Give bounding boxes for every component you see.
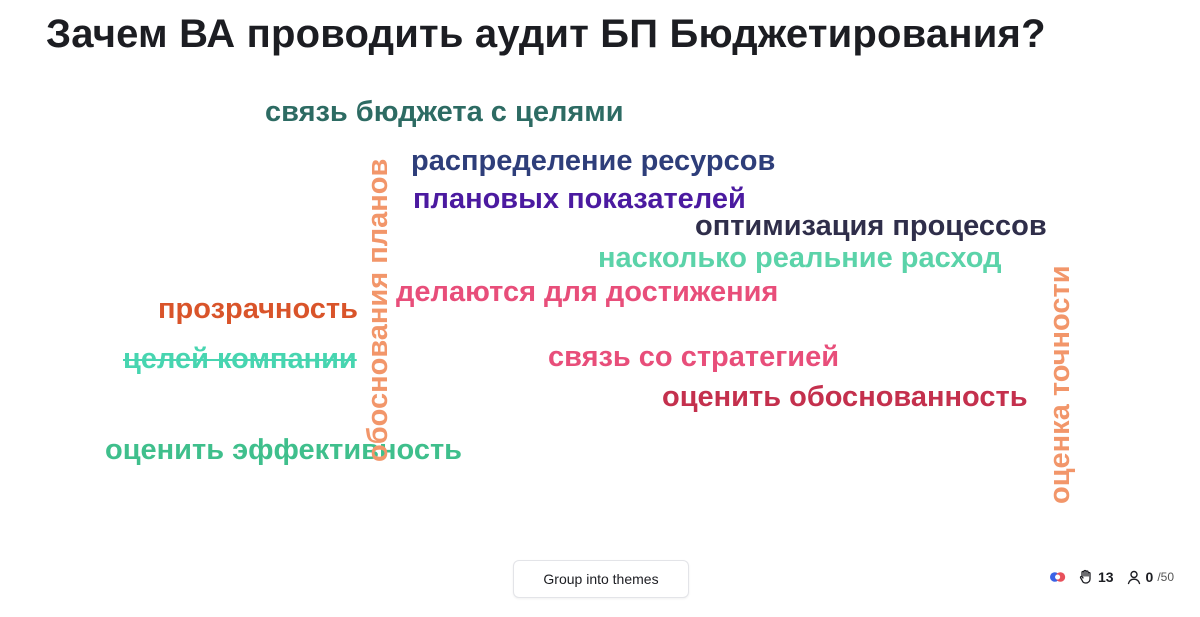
word-cloud-item-vertical: обоснования планов <box>362 158 394 462</box>
word-cloud-item: насколько реальние расход <box>598 242 1002 274</box>
reactions-stat[interactable]: 13 <box>1078 569 1114 585</box>
word-cloud-item: оценить обоснованность <box>662 381 1028 413</box>
word-cloud-item: оценить эффективность <box>105 434 462 466</box>
word-cloud-item: оптимизация процессов <box>695 210 1047 242</box>
participants-max: /50 <box>1157 570 1174 584</box>
word-cloud: связь бюджета с целями распределение рес… <box>0 0 1200 617</box>
hands-count: 13 <box>1097 569 1114 585</box>
mentimeter-logo-icon <box>1049 569 1066 585</box>
group-into-themes-button[interactable]: Group into themes <box>513 560 689 598</box>
slide-canvas: Зачем ВА проводить аудит БП Бюджетирован… <box>0 0 1200 617</box>
participants-count: 0 <box>1145 569 1154 585</box>
word-cloud-item: делаются для достижения <box>396 276 779 308</box>
stats-bar: 13 0 /50 <box>1049 569 1174 585</box>
word-cloud-item: распределение ресурсов <box>411 145 776 177</box>
word-cloud-item-vertical: оценка точности <box>1044 265 1076 504</box>
participants-stat[interactable]: 0 /50 <box>1126 569 1174 585</box>
word-cloud-item: прозрачность <box>158 293 358 325</box>
word-cloud-item: целей компании <box>123 343 357 375</box>
word-cloud-item: связь бюджета с целями <box>265 96 624 128</box>
word-cloud-item: связь со стратегией <box>548 341 840 373</box>
person-icon <box>1127 570 1140 585</box>
raised-hand-icon <box>1079 569 1091 584</box>
